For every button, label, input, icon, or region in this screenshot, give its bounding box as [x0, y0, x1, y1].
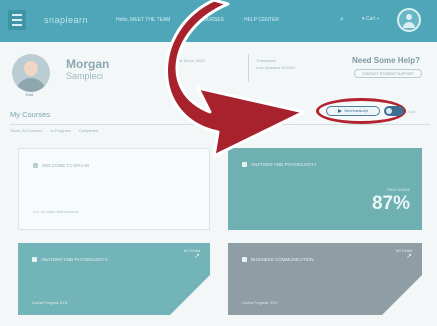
brand-logo[interactable]: snaplearn: [44, 15, 88, 25]
course-progress: Course Progress: 33%: [242, 301, 278, 305]
card-title: WELCOME TO MYLAB: [33, 163, 89, 168]
profile-photo: [12, 54, 50, 92]
top-navbar: snaplearn Hello, MEET THE TEAM MY COURSE…: [0, 0, 437, 42]
filter-all[interactable]: Show: All Courses: [10, 128, 42, 133]
help-title: Need Some Help?: [352, 56, 421, 65]
final-grade-value: 87%: [371, 193, 410, 214]
transcript-info: Transcripts Last Updated 10/2021: [256, 57, 295, 71]
card-title: ANATOMY AND PHYSIOLOGY I: [242, 162, 316, 167]
contact-support-button[interactable]: CONTACT STUDENT SUPPORT: [354, 69, 422, 78]
course-progress: Course Progress: 61%: [32, 301, 68, 305]
exam-link[interactable]: MY EXAM ↗: [396, 249, 412, 260]
hamburger-menu-icon[interactable]: [8, 10, 26, 30]
edit-profile-link[interactable]: Edit: [26, 92, 33, 97]
card-title: ANATOMY AND PHYSIOLOGY II: [32, 257, 108, 262]
course-card-business[interactable]: BUSINESS COMMUNICATION MY EXAM ↗ Course …: [228, 243, 422, 315]
card-fold: [170, 275, 210, 315]
section-divider: [10, 124, 430, 125]
transcript-label: Transcripts: [256, 58, 276, 63]
filter-in-progress[interactable]: In Progress: [50, 128, 70, 133]
view-toggle-switch[interactable]: [384, 106, 404, 116]
course-card-anatomy-1[interactable]: ANATOMY AND PHYSIOLOGY I FINAL GRADE 87%: [228, 148, 422, 230]
course-icon: [32, 257, 37, 262]
filter-completed[interactable]: Completed: [79, 128, 98, 133]
dashboard-page: snaplearn Hello, MEET THE TEAM MY COURSE…: [0, 0, 437, 326]
nav-link-team[interactable]: Hello, MEET THE TEAM: [116, 17, 170, 23]
card-title-text: ANATOMY AND PHYSIOLOGY I: [251, 162, 317, 167]
toggle-knob: [386, 108, 392, 114]
course-card-welcome[interactable]: WELCOME TO MYLAB 2 in all major themes/n…: [18, 148, 210, 230]
card-title-text: BUSINESS COMMUNICATION: [251, 257, 314, 262]
user-avatar-icon[interactable]: [397, 8, 421, 32]
card-title-text: ANATOMY AND PHYSIOLOGY II: [41, 257, 108, 262]
final-grade-label: FINAL GRADE: [386, 188, 410, 192]
card-fold: [382, 275, 422, 315]
nav-links: Hello, MEET THE TEAM MY COURSES HELP CEN…: [116, 17, 279, 23]
card-title: BUSINESS COMMUNICATION: [242, 257, 314, 262]
course-card-anatomy-2[interactable]: ANATOMY AND PHYSIOLOGY II MY EXAM ↗ Cour…: [18, 243, 210, 315]
course-icon: [242, 257, 247, 262]
member-info: Member Since: 2020: [168, 58, 205, 63]
card-subtitle: 2 in all major themes/new: [33, 209, 79, 214]
profile-last-name: Sampleci: [66, 71, 104, 81]
divider: [248, 54, 249, 82]
send-icon: [338, 109, 343, 113]
course-icon: [242, 162, 247, 167]
course-filters: Show: All Courses In Progress Completed: [10, 128, 98, 133]
send-transcript-button[interactable]: Send transcript: [326, 106, 380, 116]
profile-first-name: Morgan: [66, 57, 110, 71]
transcript-updated: Last Updated 10/2021: [256, 65, 296, 70]
my-courses-heading: My Courses: [10, 110, 51, 119]
card-title-text: WELCOME TO MYLAB: [42, 163, 90, 168]
send-transcript-label: Send transcript: [344, 109, 368, 113]
external-link-icon: ↗: [406, 253, 412, 260]
nav-link-help-center[interactable]: HELP CENTER: [244, 17, 279, 23]
exam-link[interactable]: MY EXAM ↗: [184, 249, 200, 260]
nav-link-courses[interactable]: MY COURSES: [190, 17, 224, 23]
search-icon[interactable]: ⌕: [340, 16, 344, 24]
external-link-icon: ↗: [194, 253, 200, 260]
sort-link[interactable]: Sort: [408, 109, 415, 114]
course-icon: [33, 163, 38, 168]
cart-link[interactable]: ▾ Cart ◐: [362, 16, 380, 22]
